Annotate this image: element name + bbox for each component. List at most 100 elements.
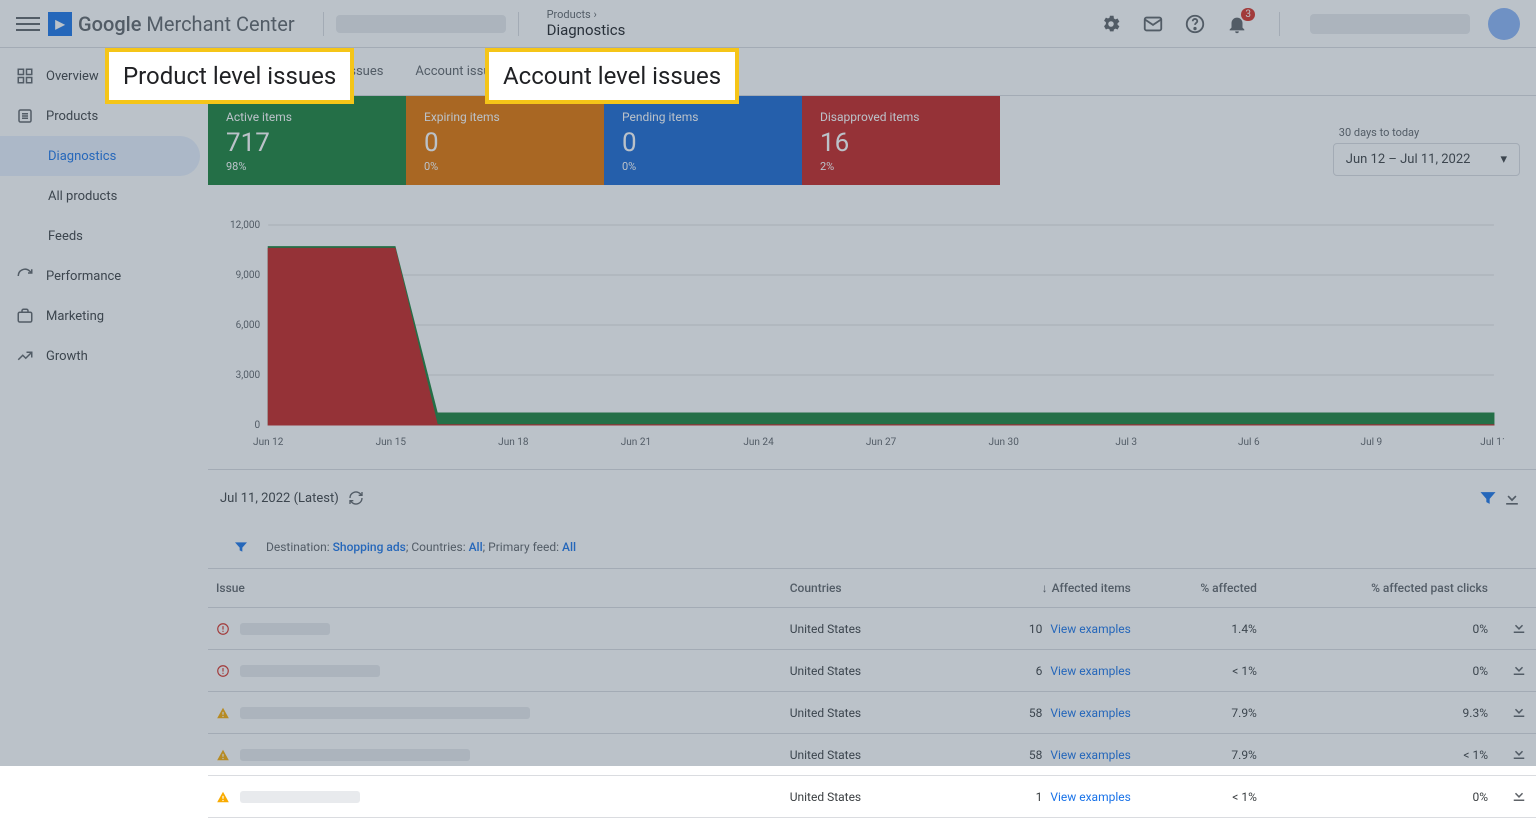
sidebar-item-label: Feeds [48, 229, 83, 244]
card-value: 0 [622, 128, 784, 158]
sidebar-item-feeds[interactable]: Feeds [0, 216, 200, 256]
sidebar-item-all-products[interactable]: All products [0, 176, 200, 216]
filter-icon[interactable] [232, 538, 250, 556]
cell-past-pct: 0% [1265, 650, 1496, 692]
sidebar-item-marketing[interactable]: Marketing [0, 296, 200, 336]
hamburger-menu-button[interactable] [16, 12, 40, 36]
cell-pct: < 1% [1139, 776, 1265, 818]
cell-country: United States [782, 608, 934, 650]
download-icon[interactable] [1500, 486, 1524, 510]
refresh-icon [16, 267, 34, 285]
issue-name-redacted[interactable] [240, 707, 530, 719]
sidebar-item-label: Overview [46, 69, 99, 84]
svg-text:0: 0 [255, 420, 261, 431]
snapshot-row: Jul 11, 2022 (Latest) [208, 469, 1536, 526]
account-name-redacted [336, 15, 506, 33]
date-range-picker[interactable]: Jun 12 – Jul 11, 2022 ▾ [1333, 143, 1520, 176]
filter-icon[interactable] [1476, 486, 1500, 510]
svg-text:Jun 30: Jun 30 [988, 437, 1019, 448]
items-trend-chart: 12,0009,0006,0003,0000Jun 12Jun 15Jun 18… [218, 215, 1504, 455]
table-row: United States58View examples7.9%9.3% [208, 692, 1536, 734]
snapshot-date-label: Jul 11, 2022 (Latest) [220, 491, 339, 506]
download-row-icon[interactable] [1510, 709, 1528, 723]
warning-icon [216, 790, 230, 804]
status-card-expiring-items[interactable]: Expiring items 0 0% [406, 96, 604, 185]
svg-text:12,000: 12,000 [230, 220, 261, 231]
view-examples-link[interactable]: View examples [1050, 664, 1131, 678]
issue-name-redacted[interactable] [240, 749, 470, 761]
col--affected[interactable]: % affected [1139, 569, 1265, 608]
refresh-icon[interactable] [347, 489, 365, 507]
card-value: 717 [226, 128, 388, 158]
notifications-icon[interactable]: 3 [1225, 12, 1249, 36]
card-percent: 0% [424, 160, 586, 173]
view-examples-link[interactable]: View examples [1050, 706, 1131, 720]
table-row: United States6View examples< 1%0% [208, 650, 1536, 692]
tabs: Item issuesFeed issuesAccount issues [208, 48, 1536, 96]
sidebar-item-growth[interactable]: Growth [0, 336, 200, 376]
card-value: 0 [424, 128, 586, 158]
table-row: United States10View examples1.4%0% [208, 608, 1536, 650]
issue-name-redacted[interactable] [240, 623, 330, 635]
download-row-icon[interactable] [1510, 667, 1528, 681]
error-icon [216, 622, 230, 636]
divider [1279, 12, 1280, 36]
card-label: Pending items [622, 110, 784, 124]
sidebar-item-label: Diagnostics [48, 149, 116, 164]
sidebar-item-performance[interactable]: Performance [0, 256, 200, 296]
filter-summary-row: Destination: Shopping ads; Countries: Al… [208, 526, 1536, 569]
breadcrumb: Products › Diagnostics [547, 8, 626, 39]
status-card-pending-items[interactable]: Pending items 0 0% [604, 96, 802, 185]
svg-text:Jul 6: Jul 6 [1238, 437, 1260, 448]
status-card-active-items[interactable]: Active items71798% [208, 96, 406, 185]
settings-icon[interactable] [1099, 12, 1123, 36]
view-examples-link[interactable]: View examples [1050, 622, 1131, 636]
download-row-icon[interactable] [1510, 793, 1528, 807]
divider [518, 12, 519, 36]
list-icon [16, 107, 34, 125]
issue-name-redacted[interactable] [240, 791, 360, 803]
card-percent: 98% [226, 160, 388, 173]
notifications-badge: 3 [1241, 8, 1255, 21]
card-label: Expiring items [424, 110, 586, 124]
error-icon [216, 664, 230, 678]
issue-name-redacted[interactable] [240, 665, 380, 677]
sidebar-item-label: Performance [46, 269, 121, 284]
view-examples-link[interactable]: View examples [1050, 790, 1131, 804]
download-row-icon[interactable] [1510, 751, 1528, 765]
svg-text:Jun 12: Jun 12 [253, 437, 284, 448]
sidebar-item-diagnostics[interactable]: Diagnostics [0, 136, 200, 176]
dashboard-icon [16, 67, 34, 85]
date-range-area: 30 days to today Jun 12 – Jul 11, 2022 ▾ [1333, 126, 1520, 176]
help-icon[interactable] [1183, 12, 1207, 36]
sidebar-item-label: Products [46, 109, 98, 124]
status-card-disapproved-items[interactable]: Disapproved items162% [802, 96, 1000, 185]
col--affected-past-clicks[interactable]: % affected past clicks [1265, 569, 1496, 608]
svg-text:3,000: 3,000 [236, 370, 261, 381]
filter-summary-text[interactable]: Destination: Shopping ads; Countries: Al… [266, 540, 576, 554]
sidebar-item-label: Growth [46, 349, 88, 364]
highlight-account-level-issues: Account level issues [485, 48, 739, 104]
svg-text:Jun 15: Jun 15 [376, 437, 407, 448]
user-avatar[interactable] [1488, 8, 1520, 40]
cell-affected: 6View examples [934, 650, 1139, 692]
cell-pct: 7.9% [1139, 734, 1265, 776]
cell-affected: 1View examples [934, 776, 1139, 818]
cell-country: United States [782, 776, 934, 818]
cell-country: United States [782, 734, 934, 776]
cell-pct: 1.4% [1139, 608, 1265, 650]
warning-icon [216, 748, 230, 762]
account-selector-redacted[interactable] [1310, 14, 1470, 34]
download-row-icon[interactable] [1510, 625, 1528, 639]
svg-text:Jul 11: Jul 11 [1480, 437, 1504, 448]
mail-icon[interactable] [1141, 12, 1165, 36]
divider [323, 12, 324, 36]
svg-text:6,000: 6,000 [236, 320, 261, 331]
table-row: United States58View examples7.9%< 1% [208, 734, 1536, 776]
svg-text:Jun 18: Jun 18 [498, 437, 529, 448]
issues-table: IssueCountries↓Affected items% affected%… [208, 569, 1536, 818]
view-examples-link[interactable]: View examples [1050, 748, 1131, 762]
content-area: Item issuesFeed issuesAccount issues 30 … [200, 48, 1536, 818]
card-percent: 0% [622, 160, 784, 173]
col-affected-items[interactable]: ↓Affected items [934, 569, 1139, 608]
